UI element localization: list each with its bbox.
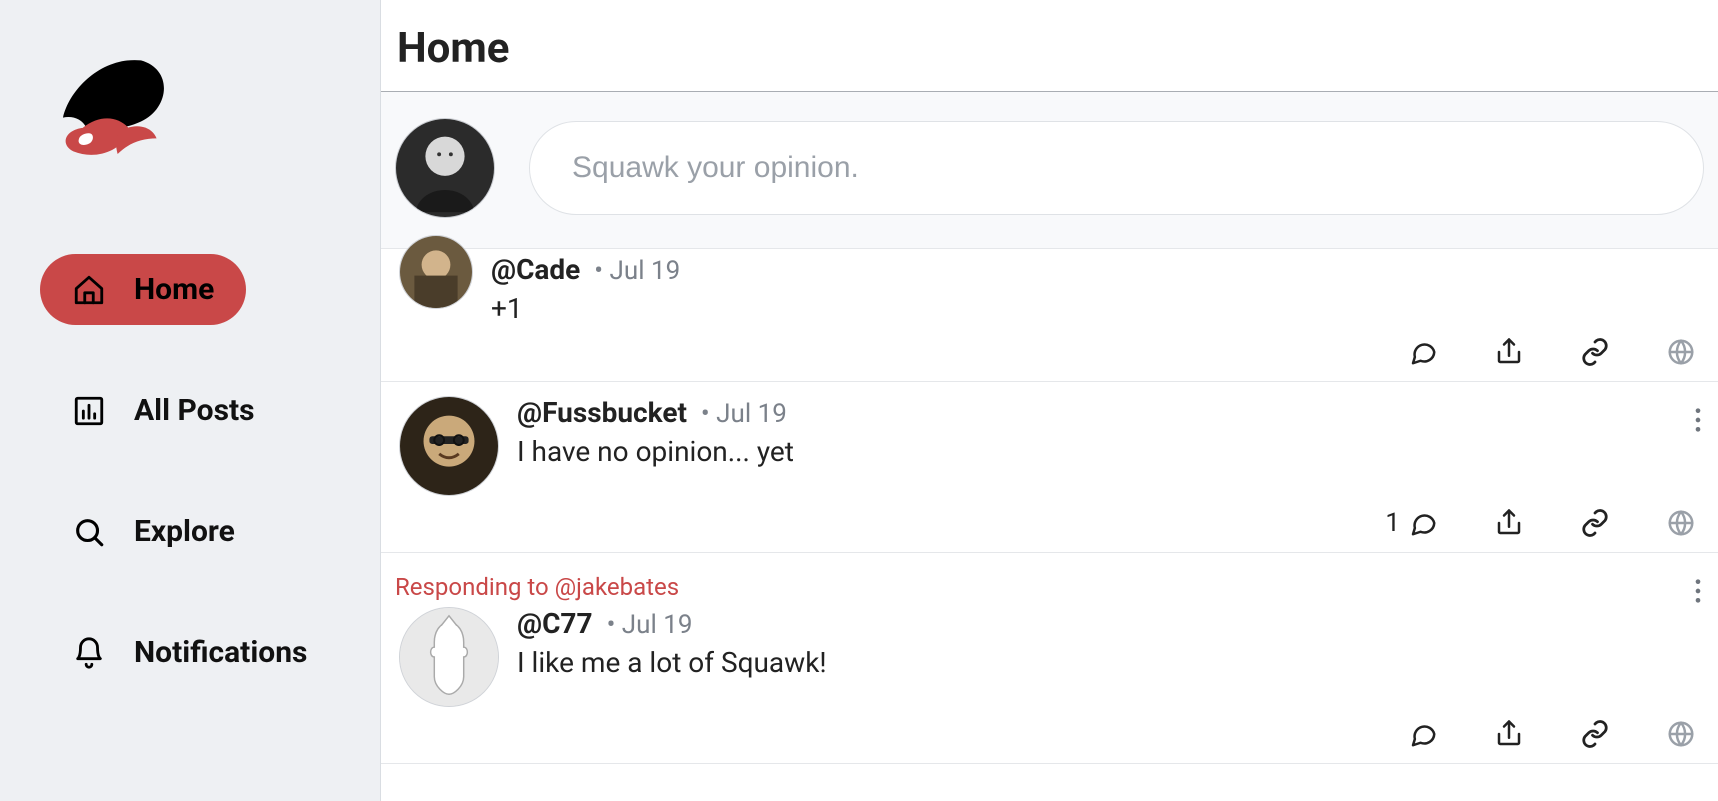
post-date: • Jul 19 (594, 256, 680, 286)
share-icon (1494, 719, 1524, 749)
post-avatar[interactable] (399, 235, 473, 309)
comment-icon (1408, 337, 1438, 367)
link-button[interactable] (1580, 508, 1610, 538)
share-button[interactable] (1494, 508, 1524, 538)
sidebar-item-label: Explore (134, 514, 235, 549)
sidebar-item-label: Home (134, 272, 214, 307)
link-button[interactable] (1580, 719, 1610, 749)
share-button[interactable] (1494, 337, 1524, 367)
post[interactable]: @Fussbucket • Jul 19 I have no opinion..… (381, 382, 1718, 553)
post-actions: 1 (399, 496, 1700, 544)
feed: @Cade • Jul 19 +1 (381, 249, 1718, 764)
post-date: • Jul 19 (701, 399, 787, 429)
link-icon (1580, 508, 1610, 538)
comment-button[interactable] (1400, 719, 1438, 749)
sidebar-item-label: Notifications (134, 635, 307, 670)
comment-icon (1408, 508, 1438, 538)
visibility-button[interactable] (1666, 508, 1696, 538)
sidebar-item-all-posts[interactable]: All Posts (40, 375, 287, 446)
post-content: +1 (491, 292, 1700, 325)
comment-icon (1408, 719, 1438, 749)
post-menu-button[interactable] (1688, 571, 1708, 615)
post-handle[interactable]: @C77 (517, 607, 593, 640)
app-logo (50, 50, 180, 184)
app-root: Home All Posts Explore Notifications (0, 0, 1718, 801)
visibility-button[interactable] (1666, 719, 1696, 749)
comment-button[interactable]: 1 (1385, 508, 1438, 538)
post[interactable]: @Cade • Jul 19 +1 (381, 249, 1718, 382)
post-content: I like me a lot of Squawk! (517, 646, 1700, 679)
sidebar-item-home[interactable]: Home (40, 254, 246, 325)
post-content: I have no opinion... yet (517, 435, 1700, 468)
share-icon (1494, 508, 1524, 538)
visibility-button[interactable] (1666, 337, 1696, 367)
composer (381, 92, 1718, 249)
bell-icon (72, 636, 106, 670)
current-user-avatar[interactable] (395, 118, 495, 218)
chart-icon (72, 394, 106, 428)
responding-to[interactable]: Responding to @jakebates (395, 573, 1700, 601)
page-title: Home (381, 0, 1718, 92)
share-icon (1494, 337, 1524, 367)
post-actions (399, 707, 1700, 755)
link-button[interactable] (1580, 337, 1610, 367)
home-icon (72, 273, 106, 307)
sidebar-item-label: All Posts (134, 393, 255, 428)
sidebar: Home All Posts Explore Notifications (0, 0, 380, 801)
compose-input[interactable] (529, 121, 1704, 215)
link-icon (1580, 337, 1610, 367)
sidebar-item-notifications[interactable]: Notifications (40, 617, 339, 688)
post-handle[interactable]: @Cade (491, 253, 580, 286)
post-actions (399, 325, 1700, 373)
post-handle[interactable]: @Fussbucket (517, 396, 687, 429)
globe-icon (1666, 508, 1696, 538)
search-icon (72, 515, 106, 549)
post-date: • Jul 19 (607, 610, 693, 640)
link-icon (1580, 719, 1610, 749)
post[interactable]: Responding to @jakebates @C77 • Jul 19 I… (381, 553, 1718, 764)
post-menu-button[interactable] (1688, 400, 1708, 444)
comment-button[interactable] (1400, 337, 1438, 367)
globe-icon (1666, 719, 1696, 749)
comment-count: 1 (1385, 508, 1400, 538)
post-avatar[interactable] (399, 607, 499, 707)
post-avatar[interactable] (399, 396, 499, 496)
sidebar-item-explore[interactable]: Explore (40, 496, 267, 567)
sidebar-nav: Home All Posts Explore Notifications (40, 254, 340, 688)
share-button[interactable] (1494, 719, 1524, 749)
main-column: Home @Cade • Jul 19 (380, 0, 1718, 801)
globe-icon (1666, 337, 1696, 367)
